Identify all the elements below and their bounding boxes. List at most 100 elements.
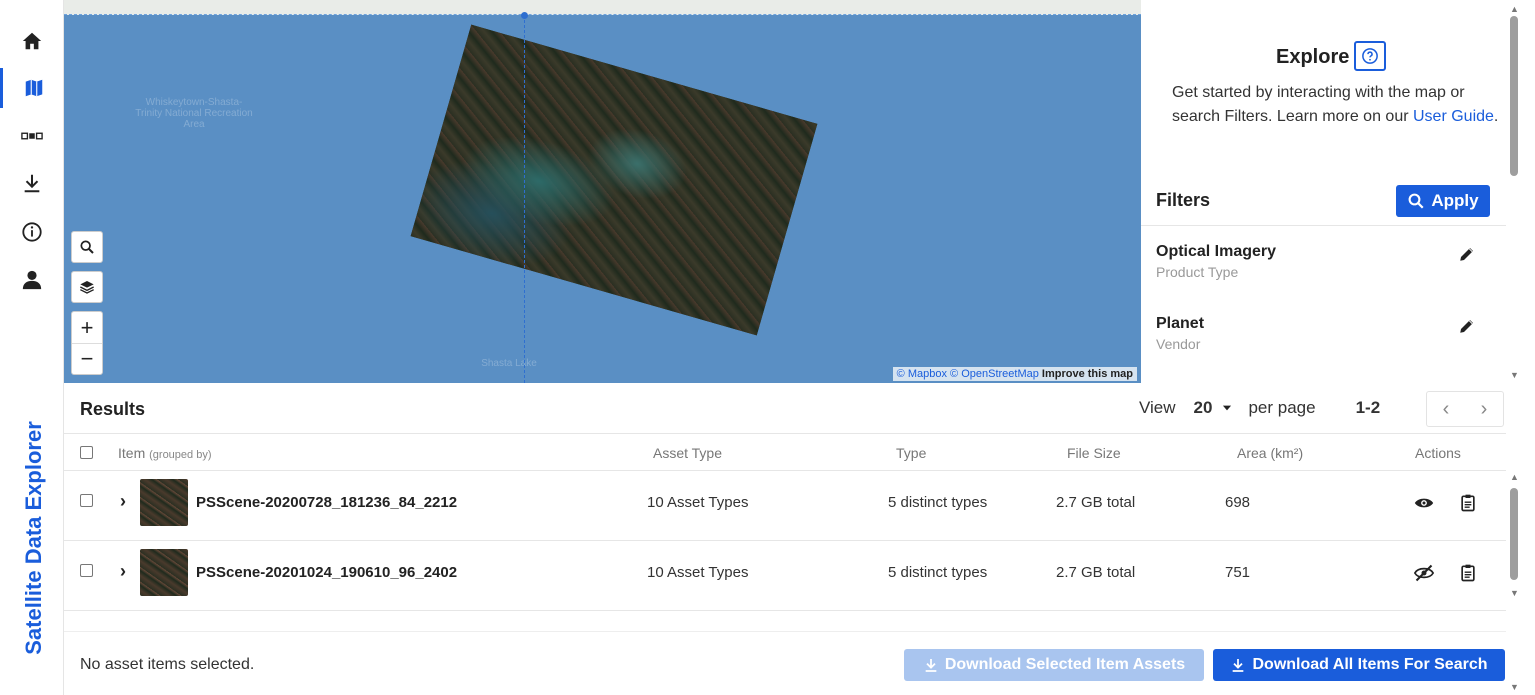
explore-desc-suffix: . xyxy=(1493,108,1499,125)
results-title: Results xyxy=(80,399,146,419)
map-split-line xyxy=(524,15,525,383)
scroll-down-arrow[interactable]: ▼ xyxy=(1510,370,1519,380)
improve-map-link[interactable]: Improve this map xyxy=(1042,368,1133,380)
file-size-cell: 2.7 GB total xyxy=(1056,494,1136,511)
col-item: Item (grouped by) xyxy=(118,445,212,461)
map-label-whiskeytown: Whiskeytown-Shasta-Trinity National Recr… xyxy=(135,97,253,130)
user-guide-link[interactable]: User Guide xyxy=(1413,108,1494,125)
explore-panel: Explore Get started by interacting with … xyxy=(1141,0,1506,383)
filter-item: Optical Imagery Product Type xyxy=(1156,243,1496,280)
zoom-out-button[interactable]: − xyxy=(72,343,102,374)
explore-title: Explore xyxy=(1276,46,1350,68)
item-thumbnail xyxy=(140,479,188,526)
clipboard-icon[interactable] xyxy=(1458,493,1478,513)
chevron-right-icon[interactable]: › xyxy=(1481,398,1488,421)
pagination: ‹ › xyxy=(1426,391,1504,427)
item-id: PSScene-20200728_181236_84_2212 xyxy=(196,494,458,511)
app-brand: Satellite Data Explorer xyxy=(21,421,46,655)
filter-sub: Product Type xyxy=(1156,264,1239,280)
row-checkbox[interactable] xyxy=(80,494,93,507)
col-item-grouped: (grouped by) xyxy=(149,449,212,461)
download-all-label: Download All Items For Search xyxy=(1252,656,1488,673)
col-type: Type xyxy=(896,445,927,461)
satellite-icon xyxy=(21,132,43,140)
col-item-label: Item xyxy=(118,445,146,461)
col-asset-type: Asset Type xyxy=(653,445,723,461)
chevron-right-icon[interactable]: › xyxy=(120,561,126,582)
map-split-handle[interactable] xyxy=(521,12,528,19)
area-cell: 751 xyxy=(1225,564,1251,581)
clipboard-icon[interactable] xyxy=(1458,563,1478,583)
results-range: 1-2 xyxy=(1355,398,1381,417)
item-id: PSScene-20201024_190610_96_2402 xyxy=(196,564,458,581)
area-cell: 698 xyxy=(1225,494,1251,511)
eye-off-icon[interactable] xyxy=(1414,563,1434,583)
nav-home[interactable] xyxy=(0,21,64,61)
filter-name: Optical Imagery xyxy=(1156,243,1277,260)
satellite-footprint-image[interactable] xyxy=(410,24,818,336)
per-page-select[interactable]: 20 xyxy=(1194,398,1213,418)
type-cell: 5 distinct types xyxy=(888,494,988,511)
left-nav: Satellite Data Explorer xyxy=(0,0,64,695)
table-row[interactable]: › PSScene-20201024_190610_96_2402 10 Ass… xyxy=(64,541,1506,611)
col-file-size: File Size xyxy=(1067,445,1121,461)
filter-sub: Vendor xyxy=(1156,336,1201,352)
nav-satellite[interactable] xyxy=(0,116,64,156)
search-icon xyxy=(80,240,94,254)
zoom-in-button[interactable]: + xyxy=(72,312,102,343)
eye-icon[interactable] xyxy=(1414,493,1434,513)
chevron-right-icon[interactable]: › xyxy=(120,491,126,512)
select-all-checkbox[interactable] xyxy=(80,446,93,459)
edit-icon[interactable] xyxy=(1458,245,1476,263)
download-icon xyxy=(1233,659,1244,672)
nav-user[interactable] xyxy=(0,260,64,300)
map-search-button[interactable] xyxy=(71,231,103,263)
layers-icon xyxy=(80,281,94,294)
filter-item: Planet Vendor xyxy=(1156,315,1496,352)
page-scroll-down-arrow[interactable]: ▼ xyxy=(1510,682,1519,692)
results-table-header: Item (grouped by) Asset Type Type File S… xyxy=(64,433,1506,471)
asset-type-cell: 10 Asset Types xyxy=(647,494,749,511)
selection-status: No asset items selected. xyxy=(80,656,255,673)
filters-heading: Filters xyxy=(1156,190,1211,210)
nav-download[interactable] xyxy=(0,163,64,203)
download-selected-button: Download Selected Item Assets xyxy=(904,649,1204,681)
filters-divider xyxy=(1141,225,1506,226)
row-checkbox[interactable] xyxy=(80,564,93,577)
help-icon xyxy=(1362,48,1378,64)
per-page-label: per page xyxy=(1248,398,1316,417)
explore-scroll-thumb[interactable] xyxy=(1510,16,1518,176)
map-basemap-strip xyxy=(64,0,1141,15)
download-all-button[interactable]: Download All Items For Search xyxy=(1213,649,1505,681)
osm-link[interactable]: © OpenStreetMap xyxy=(950,368,1039,380)
map-view[interactable]: Whiskeytown-Shasta-Trinity National Recr… xyxy=(64,0,1141,383)
map-label-shasta: Shasta Lake xyxy=(481,358,537,369)
edit-icon[interactable] xyxy=(1458,317,1476,335)
caret-down-icon[interactable] xyxy=(1220,401,1234,415)
info-icon xyxy=(22,222,42,242)
table-row[interactable]: › PSScene-20200728_181236_84_2212 10 Ass… xyxy=(64,471,1506,541)
apply-label: Apply xyxy=(1431,191,1479,210)
map-icon xyxy=(25,79,42,97)
file-size-cell: 2.7 GB total xyxy=(1056,564,1136,581)
apply-filters-button[interactable]: Apply xyxy=(1396,185,1490,217)
per-page-control: View 20 per page 1-2 xyxy=(1139,398,1380,418)
home-icon xyxy=(22,32,42,50)
help-button[interactable] xyxy=(1354,41,1386,71)
map-layers-button[interactable] xyxy=(71,271,103,303)
nav-info[interactable] xyxy=(0,212,64,252)
nav-map[interactable] xyxy=(0,68,64,108)
view-label: View xyxy=(1139,398,1176,417)
mapbox-link[interactable]: © Mapbox xyxy=(897,368,947,380)
item-thumbnail xyxy=(140,549,188,596)
map-attribution: © Mapbox © OpenStreetMap Improve this ma… xyxy=(892,367,1137,381)
explore-description: Get started by interacting with the map … xyxy=(1172,81,1502,129)
results-scroll-up-arrow[interactable]: ▲ xyxy=(1510,472,1519,482)
results-scroll-down-arrow[interactable]: ▼ xyxy=(1510,588,1519,598)
scroll-up-arrow[interactable]: ▲ xyxy=(1510,4,1519,14)
download-icon xyxy=(24,174,40,193)
chevron-left-icon[interactable]: ‹ xyxy=(1443,398,1450,421)
asset-type-cell: 10 Asset Types xyxy=(647,564,749,581)
results-scroll-thumb[interactable] xyxy=(1510,488,1518,580)
download-icon xyxy=(925,659,937,672)
